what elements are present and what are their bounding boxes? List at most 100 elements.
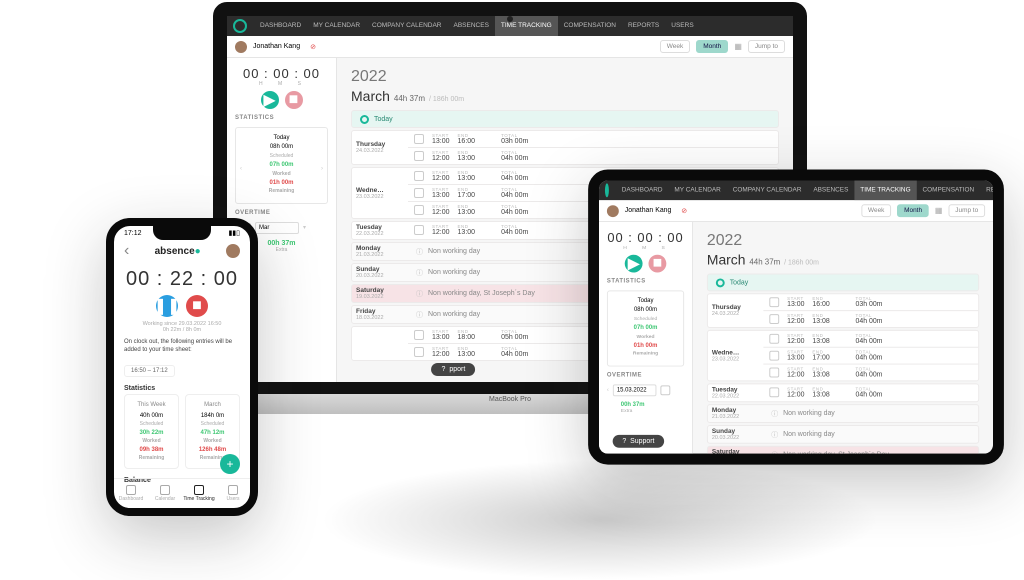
back-icon[interactable]: ‹ [124, 242, 129, 260]
sidebar: 00 : 00 : 00 H M S ▶ ■ STATISTICS Today … [599, 222, 693, 454]
chevron-left-icon[interactable]: ‹ [240, 165, 242, 173]
today-dot-icon [360, 115, 369, 124]
play-button[interactable]: ▶ [261, 91, 279, 109]
brand-label: absence● [155, 246, 201, 257]
timer-digits: 00 : 22 : 00 [114, 268, 250, 291]
entry-icon [769, 351, 779, 361]
info-icon: ⓘ [771, 409, 778, 419]
month-sum: 44h 37m [394, 94, 425, 103]
view-month-button[interactable]: Month [897, 204, 929, 217]
nav-item-compensation[interactable]: COMPENSATION [558, 16, 622, 36]
statistics-title: STATISTICS [607, 278, 684, 284]
user-name: Jonathan Kang [253, 43, 300, 50]
overtime-month-select[interactable]: Mar [255, 222, 299, 234]
day-row[interactable]: Thursday24.03.2022START13:00END16:00TOTA… [707, 293, 979, 328]
month-remaining: / 186h 00m [784, 260, 819, 267]
chevron-left-icon[interactable]: ‹ [607, 387, 609, 393]
nav-item-reports[interactable]: REPORTS [980, 180, 1004, 200]
day-row[interactable]: Wedne…23.03.2022START12:00END13:08TOTAL0… [707, 330, 979, 381]
nav-item-absences[interactable]: ABSENCES [807, 180, 854, 200]
year-label: 2022 [351, 68, 779, 86]
month-sum: 44h 37m [749, 258, 780, 267]
nav-item-compensation[interactable]: COMPENSATION [917, 180, 981, 200]
support-button[interactable]: ?Support [612, 435, 664, 448]
day-row[interactable]: Thursday24.03.2022START13:00END16:00TOTA… [351, 130, 779, 165]
today-row: Today [351, 110, 779, 128]
avatar-icon[interactable] [607, 205, 619, 217]
nav-item-dashboard[interactable]: DASHBOARD [254, 16, 307, 36]
view-month-button[interactable]: Month [696, 40, 728, 53]
warning-icon: ⊘ [681, 207, 687, 215]
month-remaining: / 186h 00m [429, 96, 464, 103]
support-button[interactable]: ?pport [431, 363, 475, 376]
timer-digits: 00 : 00 : 00 [607, 230, 684, 245]
phone-nav-users[interactable]: Users [216, 479, 250, 508]
overtime-title: OVERTIME [607, 372, 684, 378]
play-button[interactable]: ▶ [625, 255, 643, 273]
stop-button[interactable]: ■ [186, 295, 208, 317]
time-entry[interactable]: START12:00END13:08TOTAL04h 00m [763, 384, 978, 400]
day-row[interactable]: Tuesday22.03.2022START12:00END13:08TOTAL… [707, 383, 979, 402]
nav-item-time-tracking[interactable]: TIME TRACKING [854, 180, 916, 200]
overtime-date-input[interactable]: 15.03.2022 [613, 384, 657, 396]
stats-today-card: ‹ › Today 08h 00mScheduled 07h 00mWorked… [235, 127, 328, 204]
nav-icon [228, 485, 238, 495]
day-row[interactable]: Monday21.03.2022ⓘNon working day [707, 404, 979, 423]
tablet-screen: DASHBOARDMY CALENDARCOMPANY CALENDARABSE… [588, 170, 1004, 465]
nav-item-dashboard[interactable]: DASHBOARD [616, 180, 669, 200]
avatar-icon[interactable] [235, 41, 247, 53]
phone-nav-calendar[interactable]: Calendar [148, 479, 182, 508]
calendar-icon: ▦ [734, 42, 742, 51]
day-row[interactable]: Sunday20.03.2022ⓘNon working day [707, 425, 979, 444]
view-week-button[interactable]: Week [660, 40, 691, 53]
day-row[interactable]: Saturday19.03.2022ⓘNon working day, St J… [707, 446, 979, 454]
overtime-label: Extra [621, 408, 684, 414]
entry-icon [414, 151, 424, 161]
nav-icon [160, 485, 170, 495]
nav-item-time-tracking[interactable]: TIME TRACKING [495, 16, 558, 36]
non-working-label: ⓘNon working day, St Joseph´s Day [408, 285, 535, 302]
time-entry[interactable]: START13:00END16:00TOTAL03h 00m [763, 294, 978, 310]
time-entry[interactable]: START12:00END13:00TOTAL04h 00m [408, 147, 778, 164]
calendar-icon[interactable] [660, 385, 670, 395]
entry-icon [414, 134, 424, 144]
nav-item-company-calendar[interactable]: COMPANY CALENDAR [727, 180, 808, 200]
timer: 00 : 00 : 00 H M S ▶ ■ [607, 230, 684, 273]
time-entry[interactable]: START13:00END16:00TOTAL03h 00m [408, 131, 778, 147]
chevron-right-icon[interactable]: › [321, 165, 323, 173]
time-entry[interactable]: START12:00END13:08TOTAL04h 00m [763, 364, 978, 381]
phone-nav-time-tracking[interactable]: Time Tracking [182, 479, 216, 508]
non-working-label: ⓘNon working day [763, 426, 834, 443]
time-entry[interactable]: START13:00END17:00TOTAL04h 00m [763, 347, 978, 364]
info-icon: ⓘ [416, 289, 423, 299]
entry-icon [414, 171, 424, 181]
avatar-icon[interactable] [226, 244, 240, 258]
phone-nav-dashboard[interactable]: Dashboard [114, 479, 148, 508]
nav-item-absences[interactable]: ABSENCES [448, 16, 495, 36]
time-entry[interactable]: START12:00END13:08TOTAL04h 00m [763, 331, 978, 347]
nav-item-users[interactable]: USERS [665, 16, 699, 36]
stop-button[interactable]: ■ [649, 255, 667, 273]
jump-to-button[interactable]: Jump to [948, 204, 985, 217]
phone-header: ‹ absence● [114, 237, 250, 264]
time-slot-chip: 16:50 – 17:12 [124, 365, 175, 377]
year-label: 2022 [707, 232, 979, 250]
timer-unit-labels: H M S [607, 245, 684, 251]
jump-to-button[interactable]: Jump to [748, 40, 785, 53]
nav-item-company-calendar[interactable]: COMPANY CALENDAR [366, 16, 447, 36]
stop-button[interactable]: ■ [285, 91, 303, 109]
today-label: Today [374, 116, 393, 123]
add-button[interactable]: + [220, 454, 240, 474]
question-icon: ? [622, 438, 626, 445]
entry-icon [769, 297, 779, 307]
timer: 00 : 00 : 00 H M S ▶ ■ [235, 66, 328, 109]
pause-button[interactable]: ❚❚ [156, 295, 178, 317]
overtime-title: OVERTIME [235, 210, 328, 216]
nav-item-my-calendar[interactable]: MY CALENDAR [307, 16, 366, 36]
nav-item-reports[interactable]: REPORTS [622, 16, 665, 36]
nav-item-my-calendar[interactable]: MY CALENDAR [668, 180, 726, 200]
view-week-button[interactable]: Week [861, 204, 891, 217]
time-entry[interactable]: START12:00END13:08TOTAL04h 00m [763, 310, 978, 327]
nav-icon [126, 485, 136, 495]
month-label: March [351, 88, 390, 104]
